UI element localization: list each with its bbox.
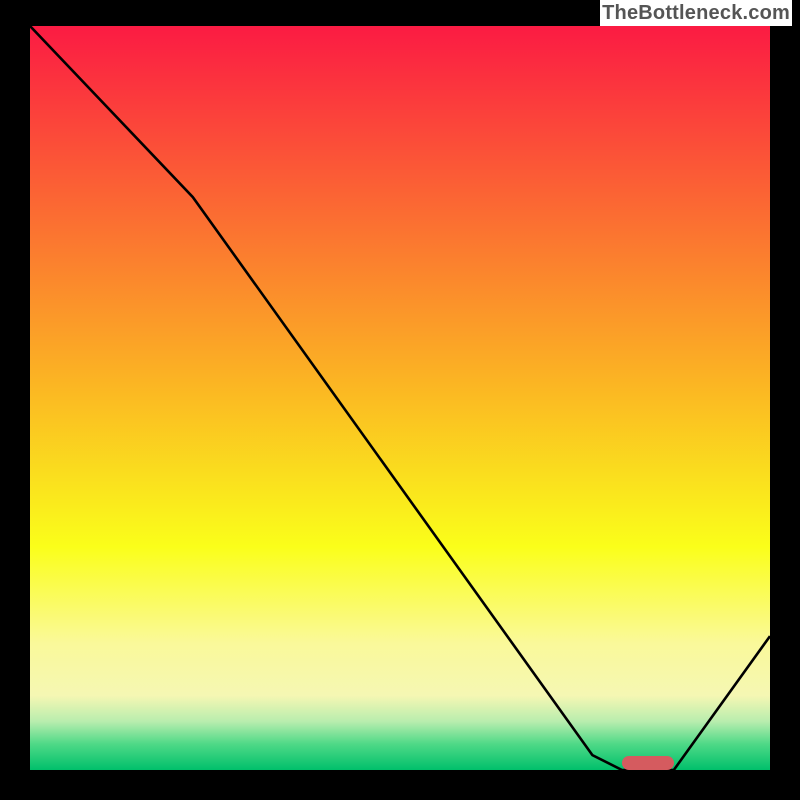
plot-area — [30, 26, 770, 770]
chart-container: TheBottleneck.com — [0, 0, 800, 800]
curve-path — [30, 26, 770, 770]
bottleneck-curve — [30, 26, 770, 770]
optimal-range-marker — [622, 756, 674, 770]
watermark-text: TheBottleneck.com — [600, 0, 792, 26]
